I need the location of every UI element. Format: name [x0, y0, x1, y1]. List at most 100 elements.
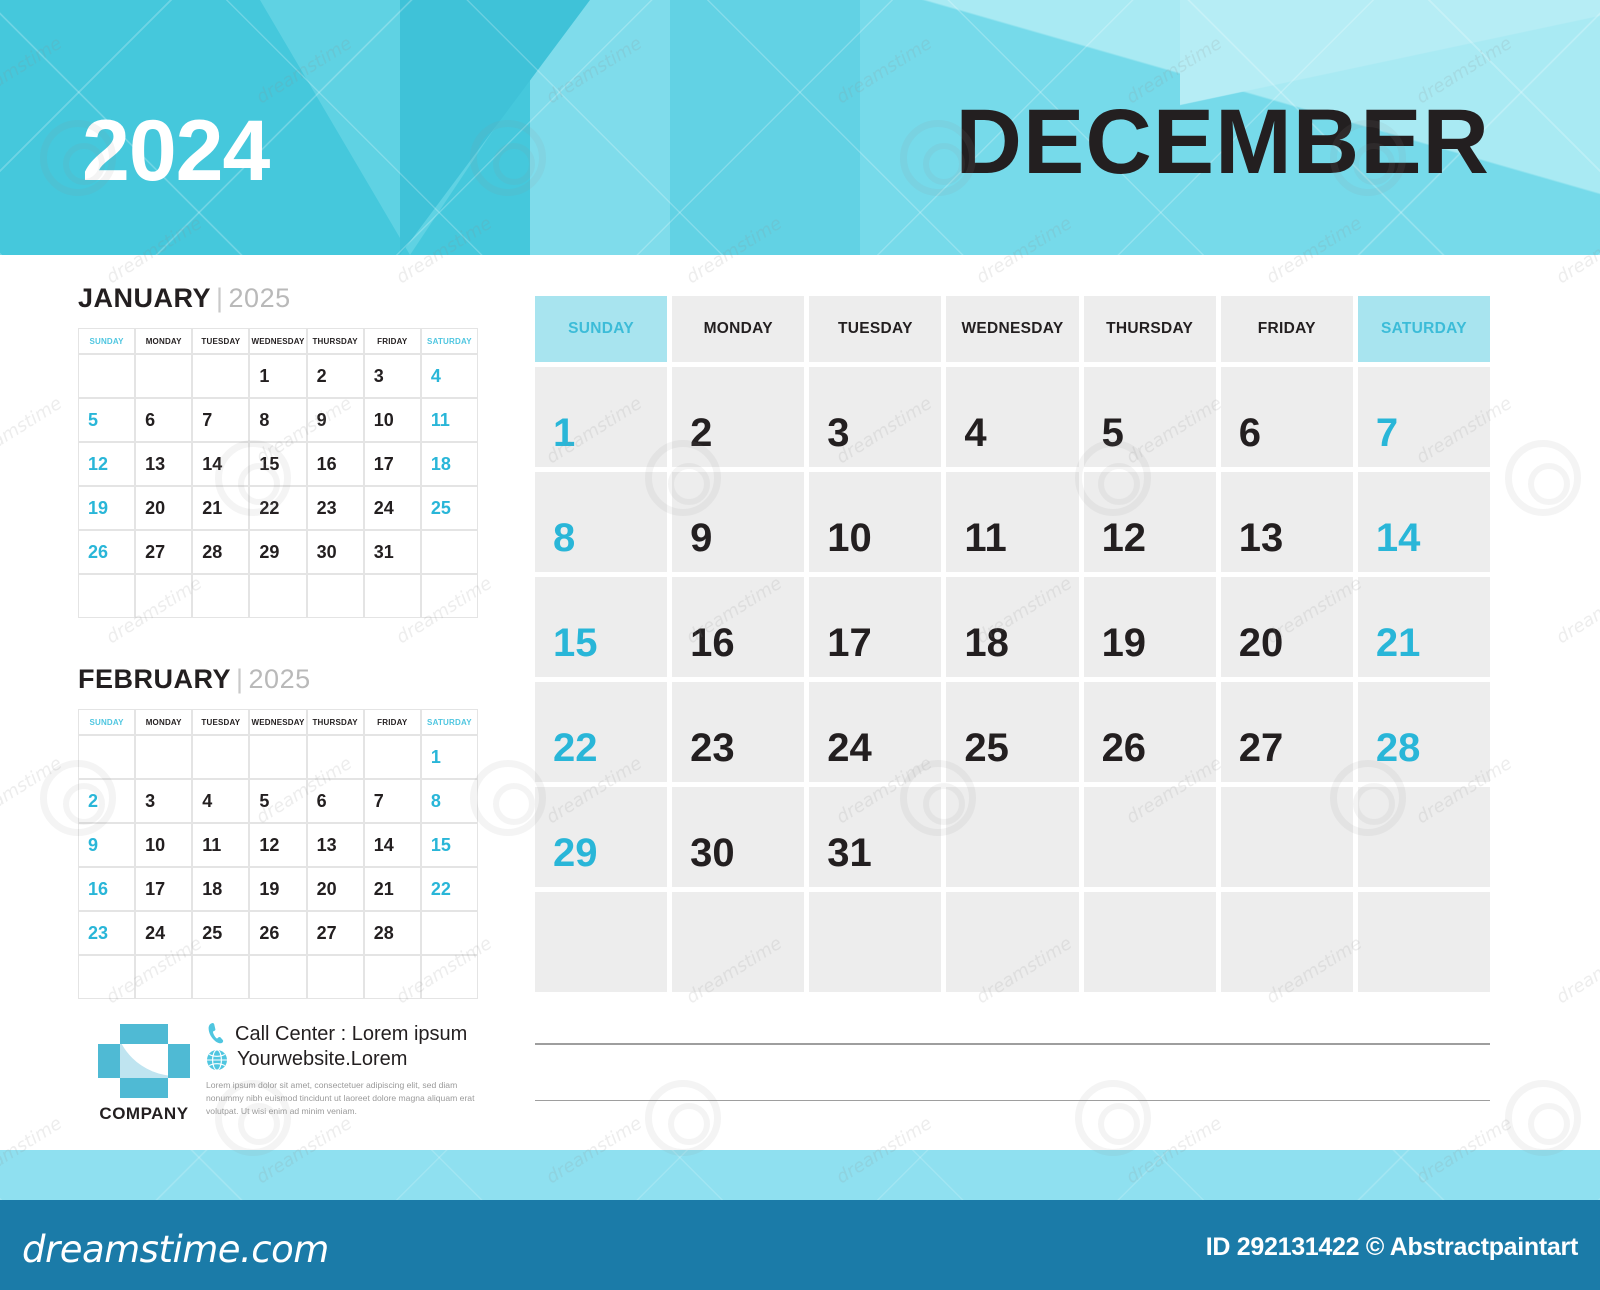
mini-day-cell[interactable]: 14	[363, 823, 421, 867]
mini-day-cell[interactable]: 9	[306, 398, 364, 442]
day-cell[interactable]: 7	[1357, 367, 1490, 467]
mini-day-cell[interactable]: 27	[135, 530, 193, 574]
day-cell[interactable]: 6	[1220, 367, 1353, 467]
mini-day-cell[interactable]: 15	[249, 442, 307, 486]
mini-day-cell[interactable]: 12	[249, 823, 307, 867]
day-cell[interactable]: 19	[1083, 577, 1216, 677]
mini-day-cell[interactable]: 22	[420, 867, 478, 911]
day-cell[interactable]: 11	[946, 472, 1079, 572]
mini-day-cell[interactable]: 30	[306, 530, 364, 574]
mini-day-cell[interactable]: 11	[420, 398, 478, 442]
day-number: 8	[553, 516, 576, 560]
day-cell[interactable]: 8	[535, 472, 668, 572]
mini-day-cell[interactable]: 24	[363, 486, 421, 530]
mini-day-cell[interactable]: 15	[420, 823, 478, 867]
day-cell[interactable]: 14	[1357, 472, 1490, 572]
day-number: 5	[1101, 411, 1124, 455]
mini-day-cell[interactable]: 16	[306, 442, 364, 486]
mini-day-cell[interactable]: 28	[363, 911, 421, 955]
mini-day-cell[interactable]: 24	[135, 911, 193, 955]
mini-day-cell[interactable]: 16	[78, 867, 136, 911]
mini-day-cell[interactable]: 28	[192, 530, 250, 574]
day-number: 30	[690, 831, 735, 875]
day-cell[interactable]: 30	[672, 787, 805, 887]
day-cell[interactable]: 16	[672, 577, 805, 677]
mini-day-cell[interactable]: 4	[192, 779, 250, 823]
mini-day-cell[interactable]: 8	[249, 398, 307, 442]
mini-day-cell[interactable]: 7	[363, 779, 421, 823]
day-cell[interactable]: 21	[1357, 577, 1490, 677]
day-cell[interactable]: 17	[809, 577, 942, 677]
mini-day-cell[interactable]: 8	[420, 779, 478, 823]
day-cell[interactable]: 15	[535, 577, 668, 677]
mini-calendar-january: JANUARY | 2025 SUNDAY MONDAY TUESDAY WEDNESDA…	[78, 283, 478, 618]
mini-day-cell[interactable]: 19	[78, 486, 136, 530]
mini-day-cell[interactable]: 14	[192, 442, 250, 486]
mini-day-cell[interactable]: 5	[249, 779, 307, 823]
mini-day-cell[interactable]: 2	[306, 354, 364, 398]
mini-day-cell[interactable]: 27	[306, 911, 364, 955]
day-cell[interactable]: 26	[1083, 682, 1216, 782]
mini-day-cell[interactable]: 26	[249, 911, 307, 955]
day-cell[interactable]: 1	[535, 367, 668, 467]
mini-day-cell[interactable]: 17	[363, 442, 421, 486]
day-number: 7	[1375, 411, 1399, 455]
mini-day-cell[interactable]: 9	[78, 823, 136, 867]
day-cell[interactable]: 5	[1083, 367, 1216, 467]
day-cell[interactable]: 9	[672, 472, 805, 572]
day-cell[interactable]: 18	[946, 577, 1079, 677]
mini-day-cell[interactable]: 18	[420, 442, 478, 486]
mini-day-cell[interactable]: 13	[135, 442, 193, 486]
day-cell[interactable]: 4	[946, 367, 1079, 467]
mini-day-cell[interactable]: 5	[78, 398, 136, 442]
day-cell[interactable]: 10	[809, 472, 942, 572]
mini-day-cell-empty	[306, 735, 364, 779]
mini-day-cell[interactable]: 3	[135, 779, 193, 823]
mini-day-cell[interactable]: 10	[135, 823, 193, 867]
mini-day-cell[interactable]: 17	[135, 867, 193, 911]
mini-day-cell[interactable]: 12	[78, 442, 136, 486]
mini-day-cell[interactable]: 19	[249, 867, 307, 911]
mini-day-cell[interactable]: 21	[192, 486, 250, 530]
mini-day-cell[interactable]: 23	[306, 486, 364, 530]
watermark-text: dreamstime	[0, 752, 66, 829]
mini-day-cell[interactable]: 1	[420, 735, 478, 779]
mini-day-cell[interactable]: 6	[135, 398, 193, 442]
day-cell[interactable]: 23	[672, 682, 805, 782]
day-cell[interactable]: 3	[809, 367, 942, 467]
mini-day-cell[interactable]: 20	[306, 867, 364, 911]
mini-day-cell[interactable]: 11	[192, 823, 250, 867]
mini-day-cell[interactable]: 10	[363, 398, 421, 442]
mini-title-separator: |	[236, 664, 244, 694]
day-cell[interactable]: 12	[1083, 472, 1216, 572]
mini-day-cell[interactable]: 25	[192, 911, 250, 955]
day-number: 3	[827, 411, 850, 455]
day-cell[interactable]: 13	[1220, 472, 1353, 572]
day-cell[interactable]: 22	[535, 682, 668, 782]
day-cell[interactable]: 28	[1357, 682, 1490, 782]
mini-day-cell[interactable]: 13	[306, 823, 364, 867]
day-number: 15	[553, 621, 598, 665]
mini-day-cell[interactable]: 23	[78, 911, 136, 955]
mini-day-cell[interactable]: 25	[420, 486, 478, 530]
mini-day-cell[interactable]: 31	[363, 530, 421, 574]
mini-day-cell[interactable]: 22	[249, 486, 307, 530]
mini-day-cell[interactable]: 29	[249, 530, 307, 574]
day-cell[interactable]: 29	[535, 787, 668, 887]
day-cell[interactable]: 25	[946, 682, 1079, 782]
day-cell[interactable]: 2	[672, 367, 805, 467]
day-cell[interactable]: 20	[1220, 577, 1353, 677]
mini-day-cell[interactable]: 6	[306, 779, 364, 823]
mini-day-cell[interactable]: 7	[192, 398, 250, 442]
mini-day-cell[interactable]: 2	[78, 779, 136, 823]
day-cell[interactable]: 27	[1220, 682, 1353, 782]
mini-day-cell[interactable]: 1	[249, 354, 307, 398]
mini-day-cell[interactable]: 21	[363, 867, 421, 911]
mini-day-cell[interactable]: 3	[363, 354, 421, 398]
mini-day-cell[interactable]: 18	[192, 867, 250, 911]
mini-day-cell[interactable]: 26	[78, 530, 136, 574]
day-cell[interactable]: 24	[809, 682, 942, 782]
day-cell[interactable]: 31	[809, 787, 942, 887]
mini-day-cell[interactable]: 20	[135, 486, 193, 530]
mini-day-cell[interactable]: 4	[420, 354, 478, 398]
